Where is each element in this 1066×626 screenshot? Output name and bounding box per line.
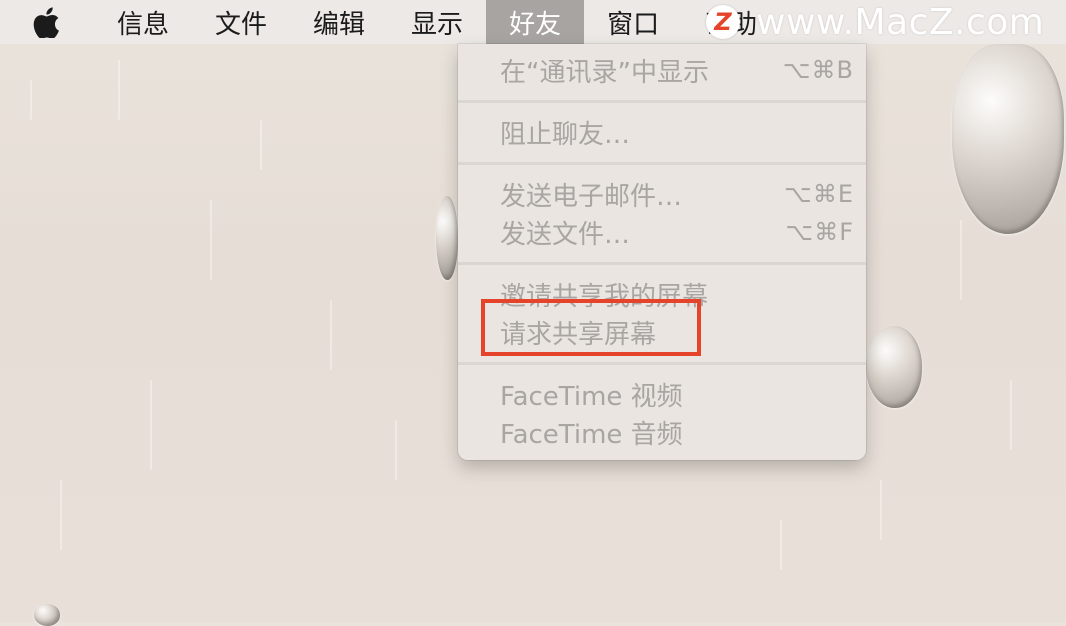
menu-item-label: 发送电子邮件… bbox=[500, 181, 683, 212]
menu-item-shortcut: ⌥⌘B bbox=[782, 56, 854, 84]
menu-item-facetime-audio[interactable]: FaceTime 音频 bbox=[500, 414, 850, 450]
menu-edit[interactable]: 编辑 bbox=[290, 0, 388, 44]
menu-item-facetime-video[interactable]: FaceTime 视频 bbox=[500, 376, 850, 412]
menu-window[interactable]: 窗口 bbox=[584, 0, 682, 44]
apple-logo-icon bbox=[33, 7, 59, 38]
menu-item-shortcut: ⌥⌘F bbox=[785, 218, 854, 246]
macz-logo-icon: Z bbox=[706, 5, 740, 39]
menu-separator bbox=[458, 362, 866, 365]
menu-info[interactable]: 信息 bbox=[94, 0, 192, 44]
menu-separator bbox=[458, 162, 866, 165]
water-drop-icon bbox=[436, 196, 458, 280]
menu-item-show-in-contacts[interactable]: 在“通讯录”中显示 ⌥⌘B bbox=[500, 52, 853, 88]
apple-menu-button[interactable] bbox=[0, 0, 94, 44]
menu-item-send-file[interactable]: 发送文件… ⌥⌘F bbox=[500, 214, 853, 250]
menu-item-label: 发送文件… bbox=[500, 219, 631, 250]
menu-item-label: FaceTime 视频 bbox=[500, 381, 683, 412]
menu-separator bbox=[458, 100, 866, 103]
menu-item-label: FaceTime 音频 bbox=[500, 419, 683, 450]
water-drop-icon bbox=[952, 44, 1064, 234]
menu-item-send-email[interactable]: 发送电子邮件… ⌥⌘E bbox=[500, 176, 853, 212]
menu-item-shortcut: ⌥⌘E bbox=[784, 180, 854, 208]
menu-item-label: 在“通讯录”中显示 bbox=[500, 57, 709, 88]
menu-item-label: 阻止聊友… bbox=[500, 119, 631, 150]
menu-item-block-buddy[interactable]: 阻止聊友… bbox=[500, 114, 850, 150]
watermark-text: www.MacZ.com bbox=[756, 1, 1045, 43]
menu-view[interactable]: 显示 bbox=[388, 0, 486, 44]
water-drop-icon bbox=[34, 604, 60, 626]
watermark: Z www.MacZ.com bbox=[706, 1, 1045, 43]
menu-file[interactable]: 文件 bbox=[192, 0, 290, 44]
highlight-box bbox=[481, 299, 701, 356]
menu-separator bbox=[458, 262, 866, 265]
menu-buddies[interactable]: 好友 bbox=[486, 0, 585, 44]
water-drop-icon bbox=[866, 326, 922, 408]
buddies-dropdown-menu: 在“通讯录”中显示 ⌥⌘B 阻止聊友… 发送电子邮件… ⌥⌘E 发送文件… ⌥⌘… bbox=[458, 44, 866, 460]
